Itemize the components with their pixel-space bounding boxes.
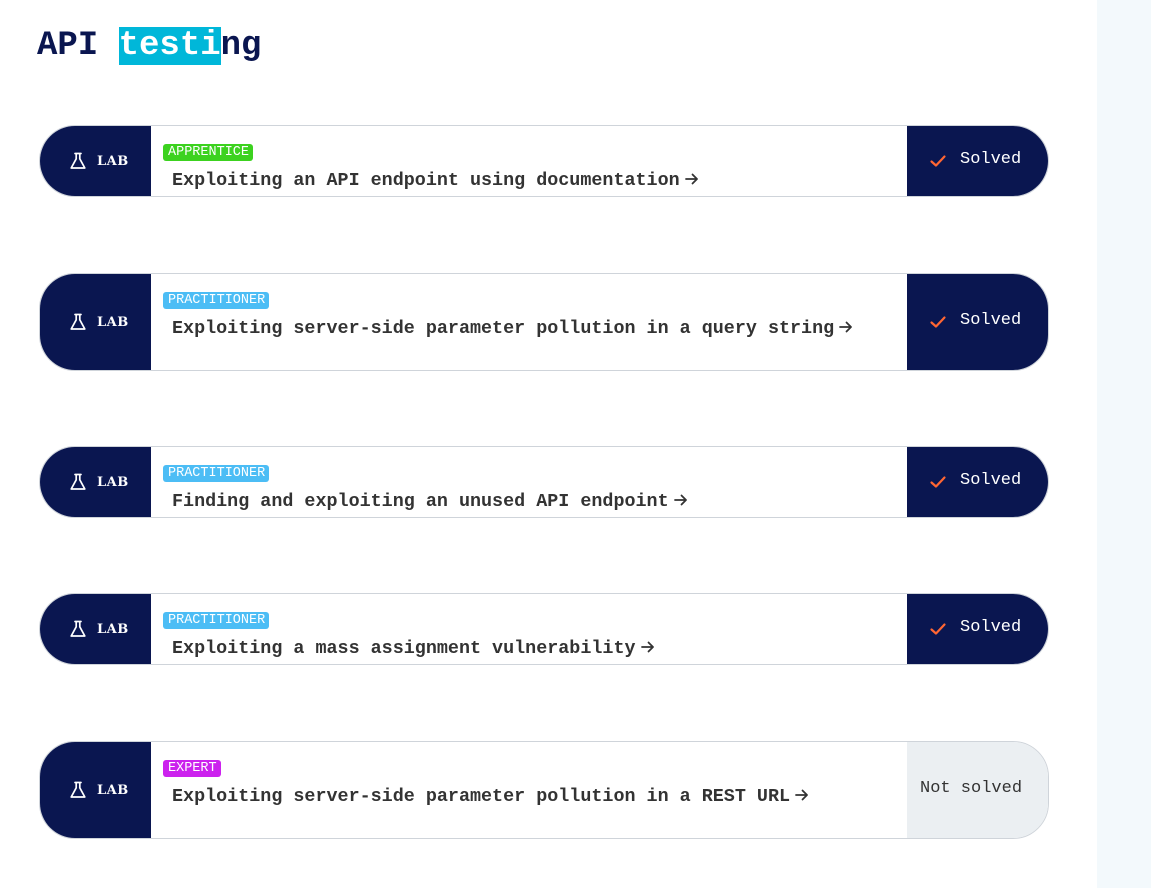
lab-badge: LAB: [40, 274, 151, 370]
lab-title: Exploiting server-side parameter polluti…: [172, 786, 791, 807]
level-tag: PRACTITIONER: [163, 465, 270, 482]
lab-badge-label: LAB: [97, 782, 129, 798]
arrow-right-icon: [673, 490, 688, 506]
lab-title: Exploiting a mass assignment vulnerabili…: [172, 638, 636, 659]
status-label: Solved: [960, 149, 1022, 169]
page-title-text-end: ng: [220, 27, 262, 65]
flask-icon: [68, 312, 88, 332]
status-solved: Solved: [907, 274, 1048, 370]
lab-link[interactable]: Exploiting server-side parameter polluti…: [163, 316, 887, 342]
level-tag: APPRENTICE: [163, 144, 254, 161]
arrow-right-icon: [839, 317, 853, 333]
lab-link[interactable]: Exploiting a mass assignment vulnerabili…: [163, 636, 887, 662]
lab-badge-label: LAB: [97, 621, 129, 637]
status-label: Solved: [960, 470, 1022, 490]
right-side-panel: [1097, 0, 1151, 888]
lab-content: PRACTITIONER Finding and exploiting an u…: [151, 447, 907, 517]
status-label: Not solved: [920, 778, 1023, 798]
lab-card: LAB PRACTITIONER Exploiting server-side …: [39, 273, 1049, 371]
lab-link[interactable]: Finding and exploiting an unused API end…: [163, 489, 887, 515]
check-icon: [929, 313, 947, 331]
arrow-right-icon: [684, 169, 699, 185]
lab-link[interactable]: Exploiting an API endpoint using documen…: [163, 168, 887, 194]
lab-link[interactable]: Exploiting server-side parameter polluti…: [163, 784, 887, 810]
level-tag: PRACTITIONER: [163, 292, 270, 309]
lab-title: Exploiting an API endpoint using documen…: [172, 170, 680, 191]
flask-icon: [68, 780, 88, 800]
lab-content: PRACTITIONER Exploiting a mass assignmen…: [151, 594, 907, 664]
status-solved: Solved: [907, 594, 1048, 664]
lab-card: LAB EXPERT Exploiting server-side parame…: [39, 741, 1049, 839]
lab-badge: LAB: [40, 594, 151, 664]
flask-icon: [68, 619, 88, 639]
lab-content: PRACTITIONER Exploiting server-side para…: [151, 274, 907, 370]
check-icon: [929, 620, 947, 638]
lab-badge: LAB: [40, 126, 151, 196]
lab-content: EXPERT Exploiting server-side parameter …: [151, 742, 907, 838]
level-tag: PRACTITIONER: [163, 612, 270, 629]
arrow-right-icon: [795, 785, 809, 801]
lab-badge-label: LAB: [97, 474, 129, 490]
check-icon: [929, 152, 947, 170]
lab-card: LAB APPRENTICE Exploiting an API endpoin…: [39, 125, 1049, 197]
status-label: Solved: [960, 310, 1022, 330]
page-title: API testing: [37, 24, 261, 68]
lab-badge: LAB: [40, 447, 151, 517]
page-title-highlight: testi: [118, 27, 221, 65]
level-tag: EXPERT: [163, 760, 221, 777]
lab-badge-label: LAB: [97, 153, 129, 169]
lab-title: Finding and exploiting an unused API end…: [172, 491, 669, 512]
lab-badge-label: LAB: [97, 314, 129, 330]
flask-icon: [68, 472, 88, 492]
status-solved: Solved: [907, 126, 1048, 196]
arrow-right-icon: [640, 637, 655, 653]
page-title-text: API: [37, 27, 119, 65]
flask-icon: [68, 151, 88, 171]
check-icon: [929, 473, 947, 491]
lab-badge: LAB: [40, 742, 151, 838]
lab-content: APPRENTICE Exploiting an API endpoint us…: [151, 126, 907, 196]
status-label: Solved: [960, 617, 1022, 637]
lab-card: LAB PRACTITIONER Exploiting a mass assig…: [39, 593, 1049, 665]
lab-title: Exploiting server-side parameter polluti…: [172, 318, 835, 339]
status-not-solved: Not solved: [907, 742, 1048, 838]
lab-card: LAB PRACTITIONER Finding and exploiting …: [39, 446, 1049, 518]
status-solved: Solved: [907, 447, 1048, 517]
